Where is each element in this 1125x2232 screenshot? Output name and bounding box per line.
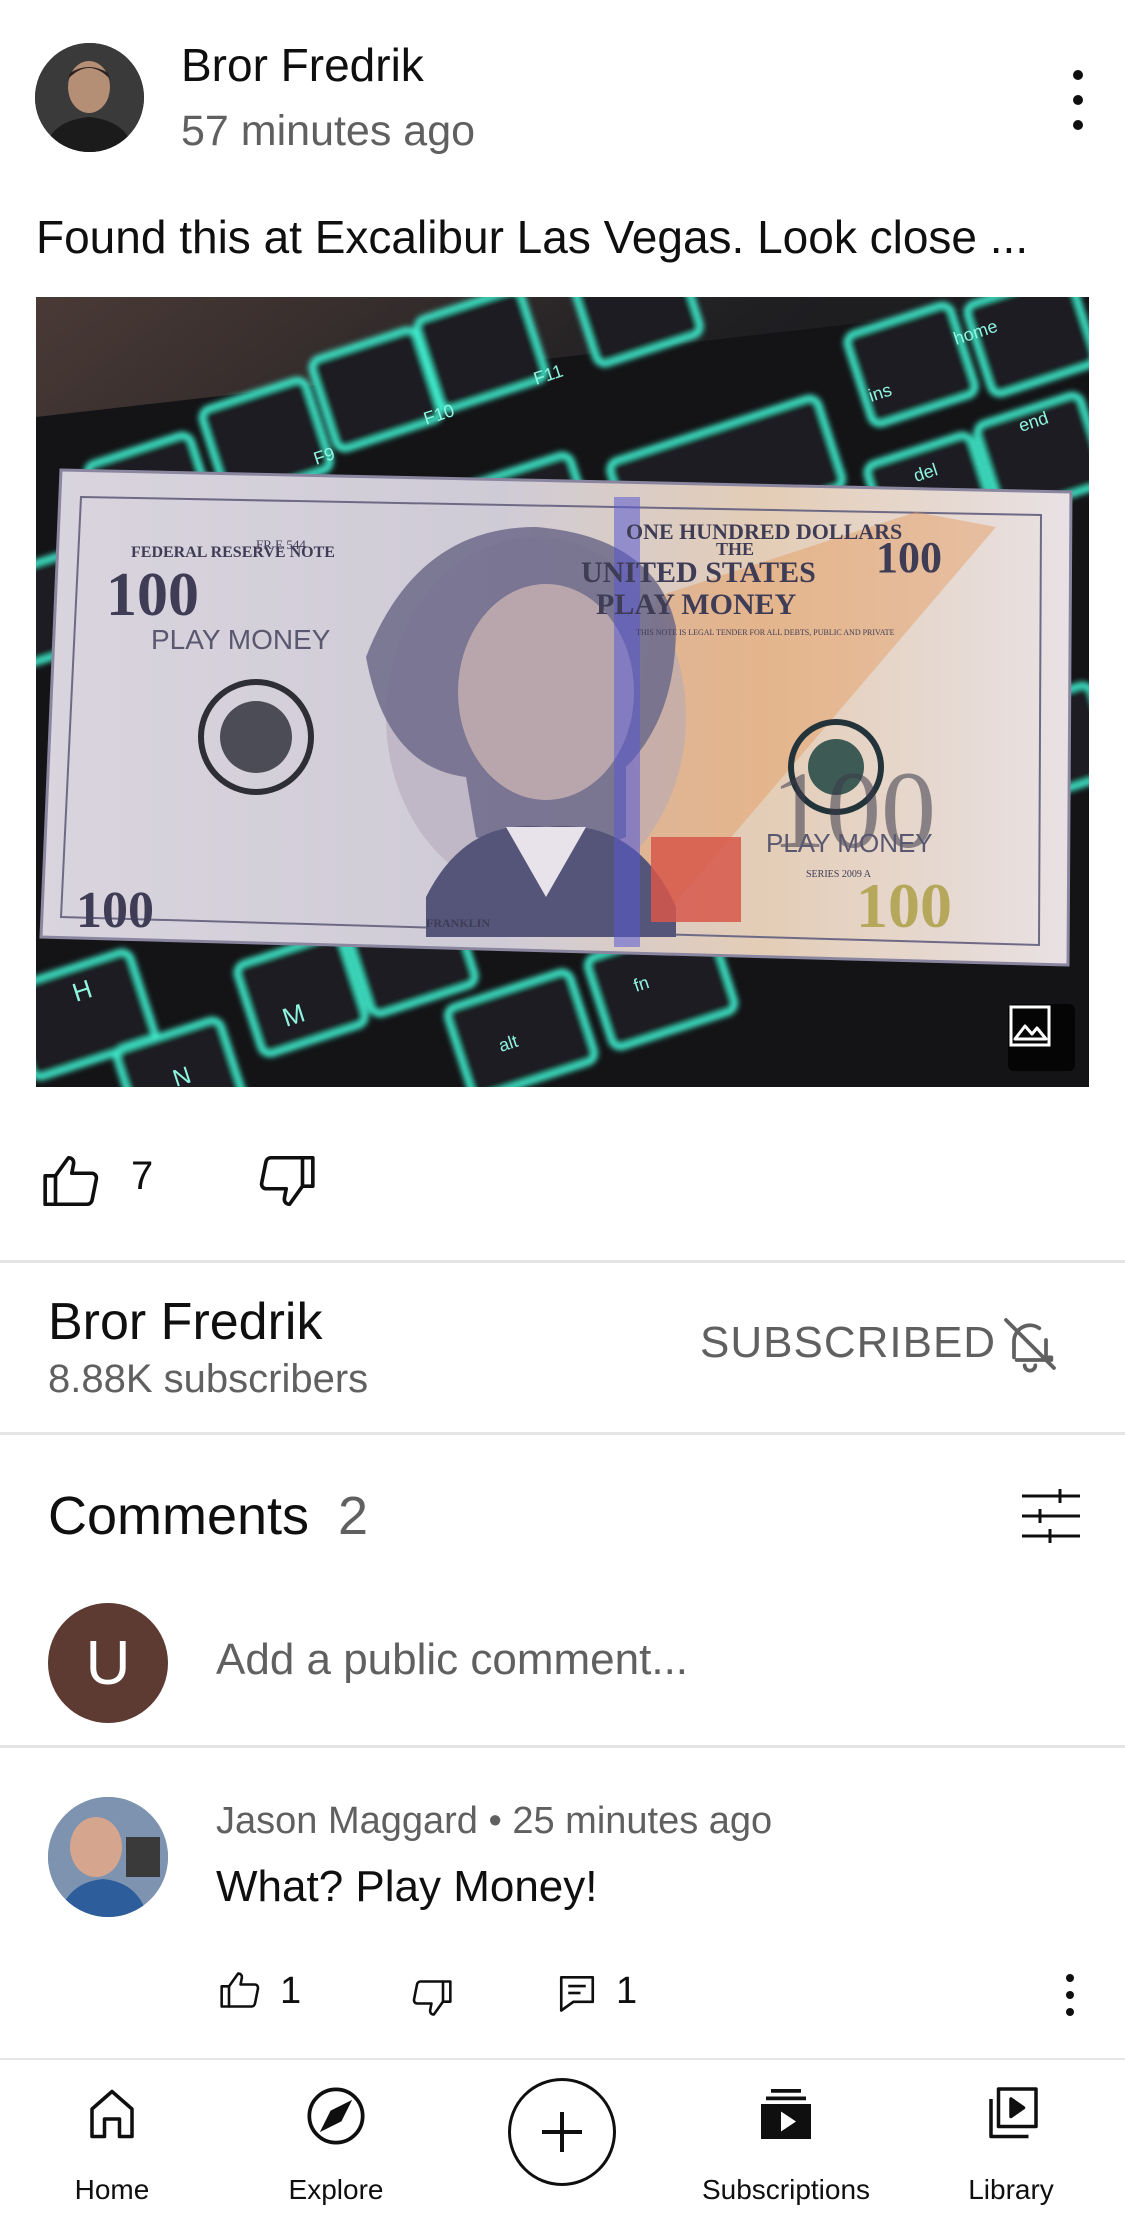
thumb-down-icon[interactable] <box>410 1976 454 2020</box>
bill-value-top-right: 100 <box>876 533 942 582</box>
post-actions: 7 <box>0 1140 1125 1220</box>
image-icon <box>1008 1004 1075 1071</box>
avatar: U <box>48 1603 168 1723</box>
bill-play-money-right: PLAY MONEY <box>766 828 933 858</box>
divider <box>0 1260 1125 1263</box>
comment-meta: Jason Maggard • 25 minutes ago <box>216 1800 773 1842</box>
comment-text: What? Play Money! <box>216 1862 598 1911</box>
compass-icon <box>307 2087 365 2145</box>
nav-explore[interactable]: Explore <box>236 2060 436 2232</box>
nav-library[interactable]: Library <box>911 2060 1111 2232</box>
thumb-down-icon[interactable] <box>256 1150 318 1212</box>
bill-franklin: FRANKLIN <box>426 916 490 930</box>
bell-off-icon[interactable] <box>998 1312 1062 1376</box>
comment-reply-count: 1 <box>616 1970 638 2012</box>
channel-name[interactable]: Bror Fredrik <box>48 1292 322 1352</box>
comment-like-count: 1 <box>280 1970 302 2012</box>
comments-count: 2 <box>338 1486 369 1546</box>
sort-filter-icon[interactable] <box>1020 1488 1082 1544</box>
post-like-count: 7 <box>131 1154 154 1198</box>
subscriptions-icon <box>761 2089 811 2139</box>
more-vert-icon[interactable] <box>1064 1974 1076 2016</box>
library-icon <box>989 2087 1038 2139</box>
subscribed-button[interactable]: SUBSCRIBED <box>700 1318 996 1368</box>
thumb-up-icon[interactable] <box>218 1968 262 2012</box>
divider <box>0 1432 1125 1435</box>
bill-united-states: UNITED STATES <box>581 556 816 589</box>
post-time: 57 minutes ago <box>181 107 476 155</box>
comment-icon[interactable] <box>556 1972 598 2014</box>
bill-play-money-left: PLAY MONEY <box>151 624 331 655</box>
bill-play-money-center: PLAY MONEY <box>596 588 797 621</box>
comment-input[interactable]: Add a public comment... <box>216 1635 688 1685</box>
bill-series-header: FEDERAL RESERVE NOTE <box>131 544 335 561</box>
post-image[interactable]: F8 F9 F10 F11 home end ins del H M N alt… <box>36 297 1089 1087</box>
bill-value-bottom-right: 100 <box>856 870 952 941</box>
home-icon <box>90 2089 134 2139</box>
post-text: Found this at Excalibur Las Vegas. Look … <box>36 211 1029 263</box>
nav-library-label: Library <box>968 2174 1054 2205</box>
channel-subscribers: 8.88K subscribers <box>48 1357 369 1401</box>
divider <box>0 1745 1125 1748</box>
nav-subscriptions[interactable]: Subscriptions <box>686 2060 886 2232</box>
post-header: Bror Fredrik 57 minutes ago <box>0 0 1125 190</box>
bill-one-hundred: ONE HUNDRED DOLLARS <box>626 519 902 544</box>
thumb-up-icon[interactable] <box>40 1150 102 1212</box>
nav-subscriptions-label: Subscriptions <box>701 2174 871 2205</box>
commenter-avatar[interactable] <box>48 1797 168 1917</box>
comments-title: Comments <box>48 1486 310 1546</box>
bill-legal-tender: THIS NOTE IS LEGAL TENDER FOR ALL DEBTS,… <box>636 628 895 637</box>
banknote: 100 FR E 544 FEDERAL RESERVE NOTE ONE HU… <box>39 468 1073 967</box>
more-vert-icon[interactable] <box>1058 70 1098 130</box>
author-avatar[interactable] <box>35 43 144 152</box>
bottom-nav: Home Explore Subscriptions Library <box>0 2058 1125 2232</box>
nav-home-label: Home <box>74 2174 150 2205</box>
plus-icon[interactable] <box>508 2078 616 2186</box>
author-name[interactable]: Bror Fredrik <box>181 38 424 92</box>
bill-value-top-left: 100 <box>106 561 199 629</box>
bill-series: SERIES 2009 A <box>806 869 872 880</box>
nav-explore-label: Explore <box>288 2174 384 2205</box>
nav-home[interactable]: Home <box>12 2060 212 2232</box>
bill-value-bottom-left: 100 <box>76 882 154 939</box>
